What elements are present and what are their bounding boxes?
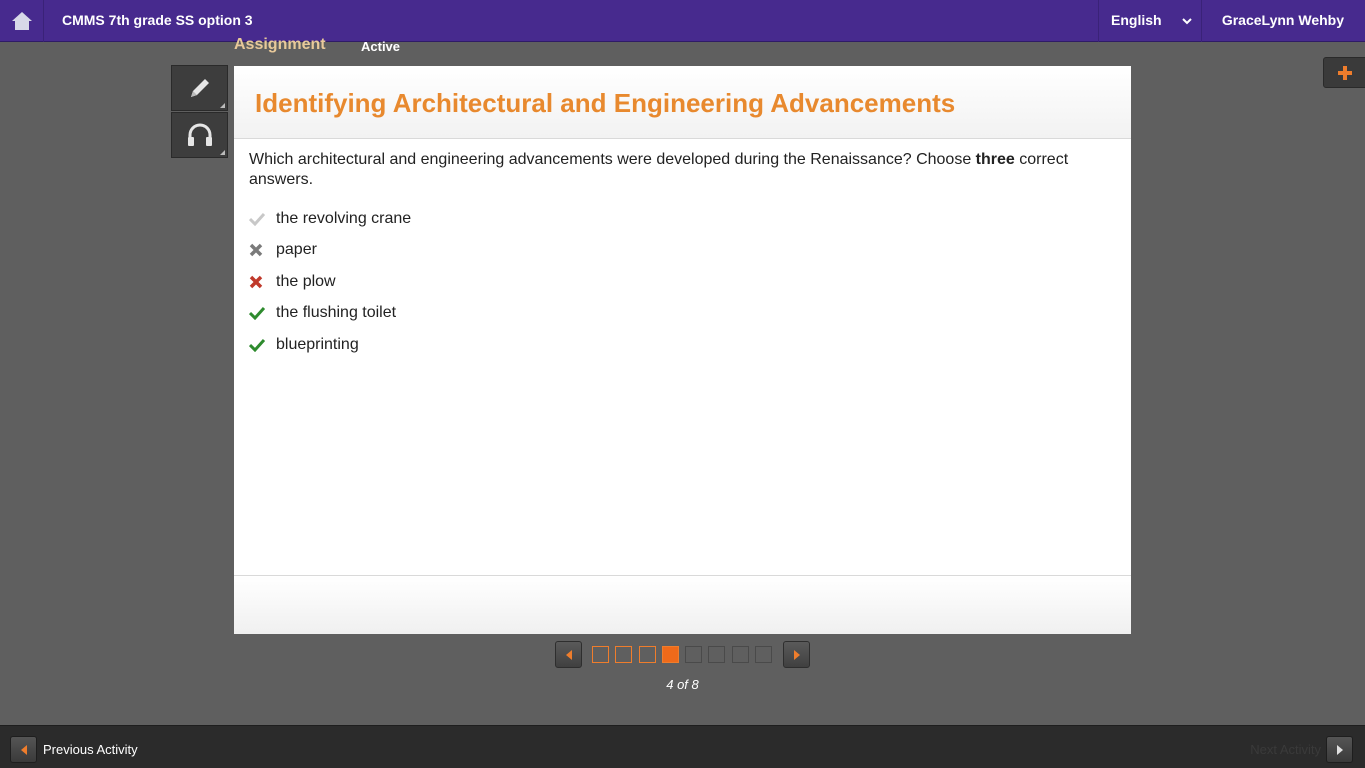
question-prefix: Which architectural and engineering adva… (249, 151, 976, 168)
triangle-left-icon (565, 649, 572, 660)
previous-question-button[interactable] (555, 641, 582, 668)
check-icon (249, 338, 265, 352)
pencil-icon (190, 79, 209, 97)
progress-square[interactable] (592, 646, 609, 663)
answer-option[interactable]: blueprinting (249, 329, 411, 361)
progress-square-current[interactable] (661, 646, 679, 663)
progress-square[interactable] (638, 646, 656, 663)
answer-option[interactable]: the plow (249, 266, 411, 298)
chevron-down-icon (1182, 18, 1192, 25)
bottom-bar: Previous Activity Next Activity (0, 725, 1365, 768)
top-bar: CMMS 7th grade SS option 3 English Grace… (0, 0, 1365, 42)
progress-square[interactable] (615, 646, 633, 663)
activity-footer (234, 575, 1131, 634)
x-icon (249, 244, 263, 257)
headphones-icon (187, 123, 212, 146)
assignment-status: Active (361, 39, 401, 54)
x-icon (249, 275, 263, 288)
check-icon (249, 307, 265, 321)
answer-label: the revolving crane (276, 209, 412, 227)
plus-icon (1338, 65, 1352, 80)
assignment-label: Assignment (234, 36, 326, 53)
triangle-right-icon (793, 649, 800, 660)
progress-square[interactable] (685, 646, 703, 663)
activity-card: Identifying Architectural and Engineerin… (234, 66, 1131, 634)
audio-tool-button[interactable] (171, 112, 228, 158)
answer-label: paper (276, 241, 317, 259)
dropdown-corner-icon (220, 103, 225, 108)
previous-activity-label[interactable]: Previous Activity (43, 742, 138, 757)
next-activity-label: Next Activity (1250, 742, 1321, 757)
answer-label: the flushing toilet (276, 304, 397, 322)
progress-square[interactable] (708, 646, 726, 663)
user-name[interactable]: GraceLynn Wehby (1222, 12, 1344, 28)
answer-label: blueprinting (276, 335, 359, 353)
previous-activity-button[interactable] (10, 736, 37, 763)
question-text: Which architectural and engineering adva… (249, 150, 1119, 190)
expand-panel-button[interactable] (1323, 57, 1365, 88)
next-question-button[interactable] (783, 641, 810, 668)
triangle-right-icon (1336, 744, 1343, 755)
answer-option[interactable]: paper (249, 235, 411, 267)
question-progress (592, 646, 778, 663)
progress-square[interactable] (755, 646, 773, 663)
answer-option[interactable]: the revolving crane (249, 203, 411, 235)
course-title: CMMS 7th grade SS option 3 (62, 12, 253, 28)
pencil-tool-button[interactable] (171, 65, 228, 111)
activity-title: Identifying Architectural and Engineerin… (255, 88, 956, 118)
question-position: 4 of 8 (666, 677, 699, 692)
language-selector[interactable]: English (1098, 0, 1202, 42)
home-button[interactable] (0, 0, 44, 42)
check-icon (249, 212, 265, 226)
home-icon (11, 12, 32, 30)
triangle-left-icon (20, 744, 27, 755)
question-emphasis: three (975, 151, 1015, 168)
next-activity-button[interactable] (1326, 736, 1353, 763)
activity-header: Identifying Architectural and Engineerin… (234, 66, 1131, 139)
answer-list: the revolving crane paper the plow the f… (249, 203, 411, 361)
answer-label: the plow (276, 272, 336, 290)
language-label: English (1111, 12, 1162, 28)
answer-option[interactable]: the flushing toilet (249, 298, 411, 330)
progress-square[interactable] (731, 646, 749, 663)
dropdown-corner-icon (220, 150, 225, 155)
